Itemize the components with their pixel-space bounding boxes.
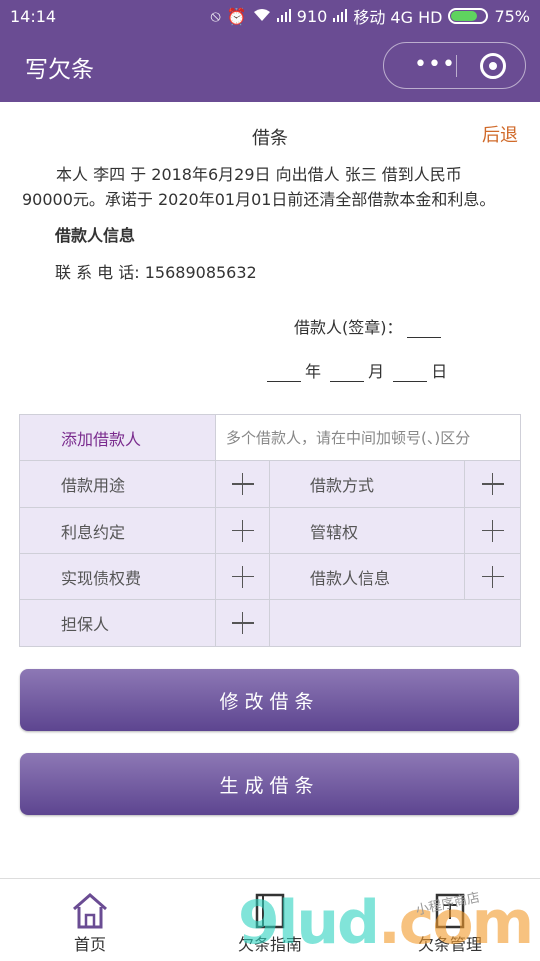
battery-percent: 75% — [494, 6, 530, 26]
plus-icon — [481, 519, 504, 542]
borrower-info-label: 借款人信息 — [270, 554, 465, 600]
more-icon[interactable]: ••• — [414, 54, 456, 76]
year-label: 年 — [305, 362, 322, 381]
plus-icon — [481, 473, 504, 495]
modify-iou-button[interactable]: 修改借条 — [20, 669, 519, 731]
status-bar: 14:14 ⦸ ⏰ 910 移动 4G HD 75% — [0, 0, 540, 32]
month-blank — [330, 381, 365, 382]
tab-home[interactable]: 首页 — [30, 887, 150, 955]
signature-line: 借款人(签章)： — [294, 314, 445, 338]
year-blank — [267, 381, 301, 382]
document-title: 借条 — [252, 128, 288, 149]
back-button[interactable]: 后退 — [482, 121, 518, 147]
borrower-input[interactable] — [224, 427, 518, 448]
mute-icon: ⦸ — [210, 6, 221, 25]
add-method-button[interactable] — [465, 461, 520, 508]
add-guarantor-button[interactable] — [216, 600, 270, 646]
nav-bar: 写欠条 ••• — [0, 32, 540, 102]
guarantor-label: 担保人 — [20, 600, 216, 646]
document-body: 本人 李四 于 2018年6月29日 向出借人 张三 借到人民币 90000元。… — [22, 165, 496, 209]
add-interest-button[interactable] — [216, 508, 270, 554]
miniapp-capsule: ••• — [383, 42, 526, 89]
add-borrower-info-button[interactable] — [465, 554, 520, 600]
signature-label: 借款人(签章)： — [294, 318, 403, 337]
tab-home-label: 首页 — [73, 935, 106, 954]
signal-icon — [276, 7, 291, 26]
plus-icon — [231, 519, 254, 542]
month-label: 月 — [368, 362, 385, 381]
interest-label: 利息约定 — [20, 508, 216, 554]
purpose-label: 借款用途 — [20, 461, 216, 508]
add-borrower-label[interactable]: 添加借款人 — [20, 415, 216, 461]
day-label: 日 — [431, 362, 448, 381]
jurisdiction-label: 管辖权 — [270, 508, 465, 554]
phone-line: 联 系 电 话: 15689085632 — [55, 263, 257, 282]
empty-cell — [270, 600, 520, 646]
generate-iou-button[interactable]: 生成借条 — [20, 753, 519, 815]
signature-blank — [406, 337, 441, 338]
plus-icon — [231, 565, 254, 588]
plus-icon — [231, 612, 254, 634]
method-label: 借款方式 — [270, 461, 465, 508]
plus-icon — [481, 565, 504, 588]
add-purpose-button[interactable] — [216, 461, 270, 508]
close-miniapp-icon[interactable] — [480, 53, 506, 79]
wifi-icon — [253, 7, 271, 26]
plus-icon — [231, 473, 254, 495]
nav-title: 写欠条 — [25, 57, 94, 83]
alarm-icon: ⏰ — [226, 6, 247, 26]
status-time: 14:14 — [10, 6, 57, 26]
date-line: 年 月 日 — [263, 358, 447, 382]
signal-icon-2 — [333, 7, 348, 26]
watermark-text: 9lud — [238, 888, 380, 958]
home-icon — [30, 887, 150, 931]
capsule-divider — [456, 55, 457, 77]
status-indicators: ⦸ ⏰ 910 移动 4G HD 75% — [210, 4, 530, 28]
watermark-logo: 9lud.com — [238, 888, 534, 958]
battery-icon — [448, 8, 489, 24]
cost-label: 实现债权费 — [20, 554, 216, 600]
borrower-input-cell — [216, 415, 520, 461]
signal-text: 910 — [296, 6, 328, 26]
loan-terms-grid: 添加借款人 借款用途 借款方式 利息约定 管辖权 实现债权费 借款人信息 担保人 — [19, 414, 521, 647]
day-blank — [393, 381, 428, 382]
carrier-text: 移动 4G HD — [353, 8, 443, 27]
add-cost-button[interactable] — [216, 554, 270, 600]
borrower-info-heading: 借款人信息 — [55, 226, 136, 245]
add-jurisdiction-button[interactable] — [465, 508, 520, 554]
